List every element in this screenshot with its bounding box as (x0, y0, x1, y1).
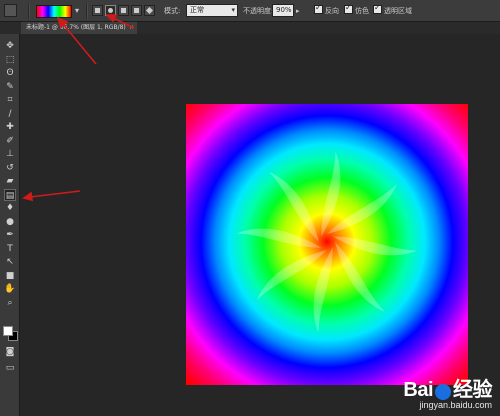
reverse-checkbox[interactable] (314, 3, 323, 14)
transparency-label: 透明区域 (384, 7, 412, 15)
dodge-icon[interactable]: ● (4, 216, 16, 228)
document-canvas[interactable] (186, 104, 468, 385)
eraser-icon[interactable]: ▰ (4, 175, 16, 187)
chevron-down-icon: ▾ (231, 6, 235, 14)
document-tab[interactable]: 未标题-1 @ 66.7% (图层 1, RGB/8) × (21, 22, 137, 34)
options-bar: ▾ 模式: 正常 ▾ 不透明度: 90% ▸ 反向 仿色 透明区域 (0, 0, 500, 22)
arrow-to-gradient-tool (29, 190, 81, 198)
zoom-icon[interactable]: ⌕ (4, 297, 16, 309)
mode-value: 正常 (190, 6, 204, 14)
healing-brush-icon[interactable]: ✚ (4, 121, 16, 133)
gradient-dropdown-icon[interactable]: ▾ (72, 4, 82, 17)
eyedropper-icon[interactable]: ∕ (4, 108, 16, 120)
close-icon[interactable]: × (129, 22, 134, 34)
marquee-icon[interactable]: ⬚ (4, 54, 16, 66)
baidu-watermark: Bai 经验 jingyan.baidu.com (403, 373, 492, 410)
separator (28, 3, 30, 19)
quick-select-icon[interactable]: ✎ (4, 81, 16, 93)
hand-icon[interactable]: ✋ (4, 283, 16, 295)
chevron-right-icon[interactable]: ▸ (296, 5, 300, 17)
mode-select[interactable]: 正常 ▾ (186, 4, 238, 17)
pen-icon[interactable]: ✒ (4, 229, 16, 241)
dither-label: 仿色 (355, 7, 369, 15)
crop-icon[interactable]: ⌗ (4, 94, 16, 106)
screen-mode-icon[interactable]: ▭ (4, 362, 16, 374)
mode-label: 模式: (164, 7, 181, 15)
angle-gradient-button[interactable] (118, 5, 129, 16)
twirl-overlay (236, 151, 418, 333)
move-icon[interactable]: ✥ (4, 40, 16, 52)
reflected-gradient-button[interactable] (131, 5, 142, 16)
clone-stamp-icon[interactable]: ⊥ (4, 148, 16, 160)
diamond-gradient-button[interactable] (144, 5, 155, 16)
shape-icon[interactable]: ■ (4, 270, 16, 282)
opacity-label: 不透明度: (243, 7, 274, 15)
type-icon[interactable]: T (4, 243, 16, 255)
transparency-checkbox[interactable] (373, 3, 382, 14)
history-brush-icon[interactable]: ↺ (4, 162, 16, 174)
path-select-icon[interactable]: ↖ (4, 256, 16, 268)
opacity-value: 90% (276, 6, 292, 14)
gradient-icon[interactable]: ▤ (4, 188, 16, 201)
gradient-preview-picker[interactable] (36, 5, 72, 18)
separator (86, 3, 88, 19)
opacity-input[interactable]: 90% (272, 4, 294, 17)
lasso-icon[interactable]: ʘ (4, 67, 16, 79)
watermark-brand-tail: 经验 (453, 379, 493, 401)
brush-icon[interactable]: ✐ (4, 135, 16, 147)
arrow-head (22, 191, 33, 202)
dither-checkbox[interactable] (344, 3, 353, 14)
document-tab-bar: 未标题-1 @ 66.7% (图层 1, RGB/8) × (0, 22, 500, 34)
document-title: 未标题-1 @ 66.7% (图层 1, RGB/8) (26, 24, 126, 31)
tool-preset-picker[interactable] (4, 4, 17, 17)
watermark-brand: Bai (403, 379, 433, 401)
tools-panel: ✥ ⬚ ʘ ✎ ⌗ ∕ ✚ ✐ ⊥ ↺ ▰ ▤ ♦ ● ✒ T ↖ ■ ✋ ⌕ ◙ ▭ (0, 34, 20, 416)
radial-gradient-button[interactable] (105, 5, 116, 16)
blur-icon[interactable]: ♦ (4, 202, 16, 214)
reverse-label: 反向 (325, 7, 339, 15)
linear-gradient-button[interactable] (92, 5, 103, 16)
paw-logo-icon (435, 383, 451, 400)
foreground-color-swatch[interactable] (3, 326, 13, 336)
quick-mask-icon[interactable]: ◙ (4, 346, 16, 358)
